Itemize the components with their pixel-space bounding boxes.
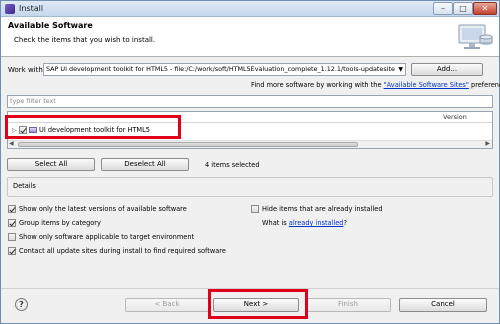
show-latest-option[interactable]: Show only the latest versions of availab… [8, 205, 187, 214]
back-button[interactable]: < Back [125, 298, 209, 312]
group-by-category-option[interactable]: Group items by category [8, 219, 101, 228]
window-title: Install [19, 4, 44, 13]
group-by-category-checkbox[interactable] [8, 219, 16, 227]
filter-input[interactable]: type filter text [7, 95, 493, 108]
select-all-button[interactable]: Select All [7, 158, 95, 171]
install-window: Install – □ ✕ Available Software Check t… [0, 0, 500, 324]
scrollbar-thumb[interactable] [18, 142, 358, 147]
version-column-header[interactable]: Version [443, 113, 467, 121]
footer-separator [1, 288, 499, 289]
minimize-button[interactable]: – [433, 2, 453, 15]
available-sites-hint: Find more software by working with the "… [251, 81, 500, 89]
scroll-left-icon[interactable]: ◀ [9, 140, 14, 147]
add-site-button[interactable]: Add... [411, 63, 483, 76]
what-installed-text: What is already installed? [262, 219, 347, 227]
help-icon[interactable]: ? [15, 298, 28, 311]
available-software-sites-link[interactable]: "Available Software Sites" [384, 81, 469, 89]
hide-installed-checkbox[interactable] [251, 205, 259, 213]
feature-group-icon [29, 127, 37, 133]
next-button[interactable]: Next > [213, 298, 299, 312]
details-panel [7, 177, 493, 197]
show-target-env-option[interactable]: Show only software applicable to target … [8, 233, 194, 242]
tree-item-checkbox[interactable] [19, 126, 27, 134]
page-title: Available Software [8, 21, 93, 30]
expand-triangle-icon[interactable]: ▷ [12, 126, 19, 136]
work-with-label: Work with: [8, 66, 46, 74]
contact-all-sites-option[interactable]: Contact all update sites during install … [8, 247, 226, 256]
hide-installed-option[interactable]: Hide items that are already installed [251, 205, 383, 214]
horizontal-scrollbar[interactable]: ◀ ▶ [8, 140, 492, 148]
deselect-all-button[interactable]: Deselect All [101, 158, 189, 171]
wizard-banner: Available Software Check the items that … [1, 17, 499, 57]
title-bar[interactable]: Install – □ ✕ [1, 1, 499, 17]
work-with-combo[interactable]: SAP UI development toolkit for HTML5 - f… [43, 63, 406, 76]
selected-count: 4 items selected [205, 161, 260, 169]
page-subtitle: Check the items that you wish to install… [14, 36, 156, 44]
install-wizard-icon [458, 24, 493, 49]
show-latest-checkbox[interactable] [8, 205, 16, 213]
cancel-button[interactable]: Cancel [399, 298, 487, 312]
show-target-env-checkbox[interactable] [8, 233, 16, 241]
software-tree: Version ▷ UI development toolkit for HTML… [7, 111, 493, 149]
eclipse-app-icon [5, 4, 15, 14]
finish-button[interactable]: Finish [305, 298, 391, 312]
scroll-right-icon[interactable]: ▶ [485, 140, 490, 147]
maximize-button[interactable]: □ [453, 2, 473, 15]
close-button[interactable]: ✕ [473, 2, 497, 15]
tree-header: Version [8, 112, 492, 123]
already-installed-link[interactable]: already installed [289, 219, 344, 227]
tree-item[interactable]: ▷ UI development toolkit for HTML5 [12, 125, 150, 135]
contact-all-sites-checkbox[interactable] [8, 247, 16, 255]
tree-item-label: UI development toolkit for HTML5 [39, 126, 150, 134]
chevron-down-icon[interactable]: ▼ [398, 64, 403, 75]
work-with-value: SAP UI development toolkit for HTML5 - f… [46, 65, 395, 73]
